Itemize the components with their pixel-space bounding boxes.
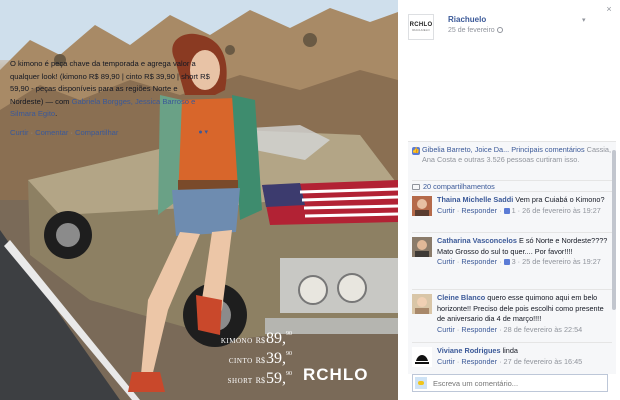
price-cents: 90 [286, 371, 292, 377]
page-avatar[interactable]: RCHLO RIACHUELO [408, 14, 434, 40]
comment-like-count: 3 [511, 257, 516, 266]
price-label: SHORT [227, 377, 253, 385]
comment-meta: Curtir · Responder · 3 · 25 de fevereiro… [437, 257, 601, 266]
post-actions: Curtir · Comentar · Compartilhar ● ▾ [10, 128, 212, 137]
comment-item: Viviane Rodrigues linda Curtir · Respond… [412, 342, 612, 367]
comments-scrollbar[interactable] [612, 150, 616, 310]
shares-count[interactable]: 20 compartilhamentos [412, 180, 612, 191]
chevron-down-icon[interactable]: ▾ [582, 16, 590, 24]
shares-text: 20 compartilhamentos [423, 182, 495, 191]
comment-meta: Curtir · Responder · 1 · 26 de fevereiro… [437, 205, 601, 215]
comment-date[interactable]: 26 de fevereiro às 19:27 [522, 206, 601, 215]
comment-like-link[interactable]: Curtir [437, 357, 455, 366]
comment-date[interactable]: 27 de fevereiro às 16:45 [504, 357, 583, 366]
caption-end: . [55, 109, 58, 118]
thumbs-up-icon [503, 207, 510, 214]
audience-chevron-icon[interactable]: ● ▾ [198, 128, 208, 136]
price-currency: R$ [255, 336, 265, 345]
comment-item: Cleine Blanco quero esse quimono aqui em… [412, 289, 612, 335]
comment-reply-link[interactable]: Responder [461, 325, 497, 334]
comment-like-link[interactable]: Curtir [437, 257, 455, 266]
comment-author-link[interactable]: Thaina Michelle Saddi [437, 195, 513, 204]
price-value: 39, [266, 350, 286, 367]
thumbs-up-icon: 👍 [412, 147, 420, 155]
comment-date[interactable]: 28 de fevereiro às 22:54 [504, 325, 583, 334]
globe-icon [496, 27, 503, 33]
commenter-avatar[interactable] [412, 237, 432, 257]
comment-text: Vem pra Cuiabá o Kimono? [515, 195, 605, 204]
post-caption: O kimono é peça chave da temporada e agr… [10, 58, 210, 121]
comment-meta: Curtir · Responder · 27 de fevereiro às … [437, 356, 583, 366]
comment-like-count: 1 [511, 205, 516, 215]
comment-author-link[interactable]: Viviane Rodrigues [437, 346, 501, 355]
comment-date[interactable]: 25 de fevereiro às 19:27 [522, 257, 601, 266]
comment-text: linda [502, 346, 518, 355]
post-header: RCHLO RIACHUELO Riachuelo 25 de fevereir… [408, 12, 598, 42]
brand-logo: RCHLO [303, 365, 369, 384]
price-cents: 90 [286, 351, 292, 357]
price-cinto: CINTO R$ 39, 90 [226, 350, 292, 370]
comment-author-link[interactable]: Catharina Vasconcelos [437, 236, 517, 245]
share-icon [412, 184, 420, 190]
price-short: SHORT R$ 59, 90 [226, 370, 292, 390]
current-user-avatar [415, 377, 427, 389]
comment-reply-link[interactable]: Responder [461, 357, 497, 366]
commenter-avatar[interactable] [412, 294, 432, 314]
top-comments-toggle[interactable]: Principais comentários [511, 145, 584, 154]
comment-like-link[interactable]: Curtir [437, 325, 455, 334]
likes-summary: 👍 Gibelia Barreto, Joice Da... Principai… [412, 145, 612, 165]
comment-meta: Curtir · Responder · 28 de fevereiro às … [437, 324, 583, 334]
page-name-link[interactable]: Riachuelo [448, 15, 486, 24]
likers-link[interactable]: Gibelia Barreto, Joice Da... [422, 145, 509, 154]
post-date[interactable]: 25 de fevereiro [448, 27, 503, 34]
like-link[interactable]: Curtir [10, 128, 29, 137]
avatar-logo-subtext: RIACHUELO [412, 28, 430, 32]
comment-reply-link[interactable]: Responder [461, 206, 497, 215]
commenter-avatar[interactable] [412, 196, 432, 216]
price-value: 89, [266, 330, 286, 347]
comment-like-link[interactable]: Curtir [437, 206, 455, 215]
price-list: KIMONO R$ 89, 90 CINTO R$ 39, 90 SHORT R… [221, 330, 292, 390]
close-icon[interactable]: × [604, 4, 614, 14]
commenter-avatar[interactable] [412, 347, 432, 367]
price-cents: 90 [286, 331, 292, 337]
price-currency: R$ [255, 356, 265, 365]
comment-link[interactable]: Comentar [35, 128, 68, 137]
feedback-panel: 👍 Gibelia Barreto, Joice Da... Principai… [408, 141, 616, 374]
write-comment-box [412, 374, 608, 392]
separator-dot: · [70, 128, 73, 137]
separator-dot: · [30, 128, 34, 137]
share-link[interactable]: Compartilhar [75, 128, 118, 137]
comment-item: Catharina Vasconcelos E só Norte e Norde… [412, 232, 612, 268]
post-date-text: 25 de fevereiro [448, 27, 495, 34]
thumbs-up-icon [503, 259, 510, 265]
comment-item: Thaina Michelle Saddi Vem pra Cuiabá o K… [412, 191, 612, 216]
price-currency: R$ [255, 376, 265, 385]
comment-reply-link[interactable]: Responder [461, 257, 497, 266]
comment-input[interactable] [433, 375, 603, 391]
comment-author-link[interactable]: Cleine Blanco [437, 293, 485, 302]
price-label: CINTO [228, 357, 253, 365]
price-label: KIMONO [220, 337, 253, 345]
price-value: 59, [266, 370, 286, 387]
price-kimono: KIMONO R$ 89, 90 [221, 330, 292, 350]
